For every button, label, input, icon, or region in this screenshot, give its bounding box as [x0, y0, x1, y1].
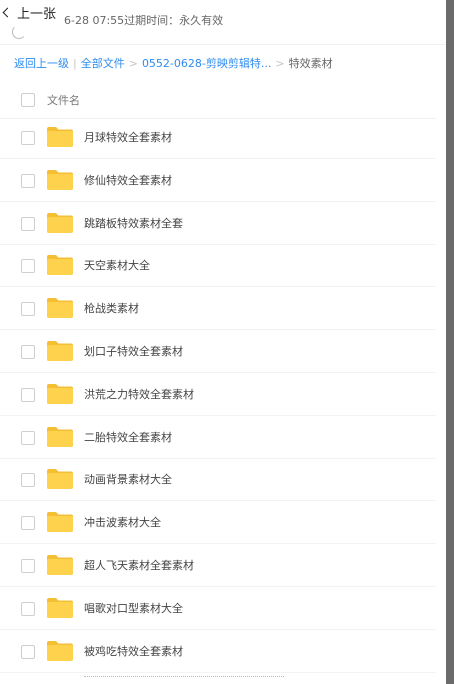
- breadcrumb-separator: >: [128, 56, 138, 70]
- list-item[interactable]: 动画背景素材大全: [0, 458, 436, 502]
- file-name[interactable]: 划口子特效全套素材: [84, 343, 183, 359]
- file-name[interactable]: 动画背景素材大全: [84, 471, 172, 487]
- share-info-bar: 6-28 07:55过期时间：永久有效 上一张: [0, 0, 446, 40]
- file-name[interactable]: 唱歌对口型素材大全: [84, 600, 183, 616]
- row-checkbox[interactable]: [21, 216, 35, 231]
- file-name[interactable]: 冲击波素材大全: [84, 514, 161, 530]
- folder-icon: [46, 297, 74, 319]
- list-item[interactable]: 洪荒之力特效全套素材: [0, 373, 436, 416]
- row-checkbox[interactable]: [21, 644, 35, 659]
- file-name[interactable]: 超人飞天素材全套素材: [84, 557, 194, 573]
- folder-icon: [46, 597, 74, 619]
- file-name[interactable]: 天空素材大全: [84, 257, 150, 273]
- breadcrumb-current: 特效素材: [288, 57, 333, 70]
- folder-icon: [46, 340, 74, 362]
- file-name[interactable]: 修仙特效全套素材: [84, 172, 172, 188]
- breadcrumb-separator: |: [73, 56, 77, 70]
- list-item[interactable]: 枪战类素材: [0, 287, 436, 331]
- folder-icon: [46, 383, 74, 405]
- list-item[interactable]: 划口子特效全套素材: [0, 330, 436, 373]
- list-item[interactable]: 天空素材大全: [0, 244, 436, 288]
- breadcrumb: 返回上一级 | 全部文件 > 0552-0628-剪映剪辑特... > 特效素材: [14, 55, 333, 71]
- folder-icon: [46, 169, 74, 191]
- folder-icon: [46, 468, 74, 490]
- next-row-partial: [84, 676, 284, 679]
- breadcrumb-back-link[interactable]: 返回上一级: [14, 55, 69, 71]
- file-name[interactable]: 二胎特效全套素材: [84, 429, 172, 445]
- list-item[interactable]: 被鸡吃特效全套素材: [0, 630, 436, 673]
- row-checkbox[interactable]: [21, 559, 35, 573]
- avatar: [12, 25, 26, 39]
- column-header-filename: 文件名: [47, 94, 80, 107]
- row-checkbox[interactable]: [21, 473, 35, 488]
- list-item[interactable]: 跳踏板特效素材全套: [0, 202, 436, 245]
- folder-icon: [46, 640, 74, 662]
- folder-icon: [46, 511, 74, 533]
- folder-icon: [46, 554, 74, 576]
- breadcrumb-separator: >: [275, 56, 285, 70]
- file-name[interactable]: 跳踏板特效素材全套: [84, 215, 183, 231]
- folder-icon: [46, 212, 74, 234]
- divider: [0, 44, 446, 45]
- row-checkbox[interactable]: [21, 259, 35, 274]
- file-name[interactable]: 洪荒之力特效全套素材: [84, 386, 194, 402]
- file-name[interactable]: 枪战类素材: [84, 300, 139, 316]
- list-item[interactable]: 修仙特效全套素材: [0, 159, 436, 202]
- row-checkbox[interactable]: [21, 601, 35, 616]
- chevron-left-icon: [2, 7, 13, 17]
- scrollbar[interactable]: [446, 0, 454, 684]
- list-header: 文件名: [0, 82, 436, 119]
- previous-label: 上一张: [17, 6, 57, 22]
- select-all-checkbox[interactable]: [21, 93, 35, 107]
- row-checkbox[interactable]: [21, 430, 35, 445]
- list-item[interactable]: 月球特效全套素材: [0, 116, 436, 159]
- list-item[interactable]: 唱歌对口型素材大全: [0, 587, 436, 630]
- folder-icon: [46, 254, 74, 276]
- file-name[interactable]: 被鸡吃特效全套素材: [84, 643, 183, 659]
- list-item[interactable]: 二胎特效全套素材: [0, 416, 436, 459]
- file-name[interactable]: 月球特效全套素材: [84, 129, 172, 145]
- previous-button[interactable]: 上一张: [2, 3, 61, 22]
- row-checkbox[interactable]: [21, 345, 35, 359]
- list-item[interactable]: 超人飞天素材全套素材: [0, 544, 436, 587]
- row-checkbox[interactable]: [21, 516, 35, 531]
- row-checkbox[interactable]: [21, 302, 35, 317]
- row-checkbox[interactable]: [21, 387, 35, 402]
- file-browser: 6-28 07:55过期时间：永久有效 上一张 返回上一级 | 全部文件 > 0…: [0, 0, 446, 684]
- breadcrumb-parent-folder-link[interactable]: 0552-0628-剪映剪辑特...: [142, 55, 271, 71]
- breadcrumb-all-files-link[interactable]: 全部文件: [81, 55, 125, 71]
- list-item[interactable]: 冲击波素材大全: [0, 501, 436, 545]
- row-checkbox[interactable]: [21, 131, 35, 145]
- folder-icon: [46, 426, 74, 448]
- row-checkbox[interactable]: [21, 173, 35, 188]
- expire-text: 6-28 07:55过期时间：永久有效: [64, 14, 224, 27]
- folder-icon: [46, 126, 74, 148]
